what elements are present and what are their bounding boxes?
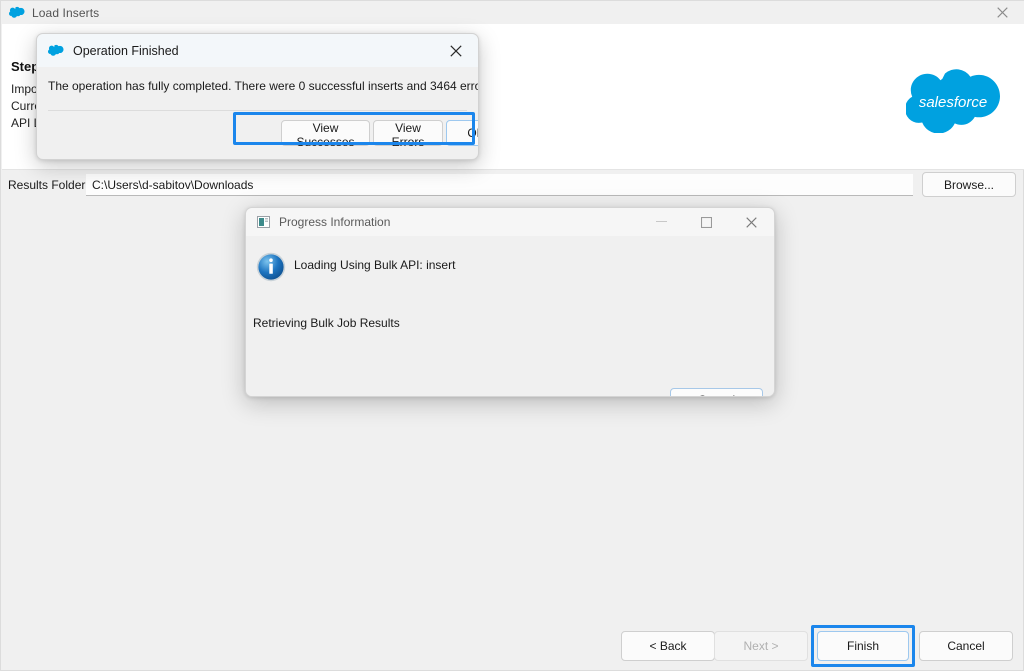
results-folder-row: Results Folder: Browse... (1, 172, 1024, 198)
divider (48, 110, 467, 111)
minimize-icon[interactable] (639, 208, 684, 236)
main-window-titlebar: Load Inserts (1, 1, 1024, 24)
progress-cancel-button[interactable]: Cancel (670, 388, 763, 396)
info-circle-icon (256, 252, 286, 282)
progress-status-primary: Loading Using Bulk API: insert (294, 258, 456, 272)
next-button: Next > (714, 631, 808, 661)
wizard-button-bar: < Back Next > Finish Cancel (1, 631, 1024, 663)
salesforce-cloud-icon (48, 43, 64, 59)
progress-information-dialog: Progress Information Loading Using Bulk … (245, 207, 775, 397)
operation-finished-dialog: Operation Finished The operation has ful… (36, 33, 479, 160)
svg-text:salesforce: salesforce (919, 94, 987, 111)
back-button[interactable]: < Back (621, 631, 715, 661)
close-icon[interactable] (436, 36, 476, 65)
maximize-icon[interactable] (684, 208, 729, 236)
finish-button[interactable]: Finish (817, 631, 909, 661)
page-title: Step (11, 59, 40, 74)
results-folder-input[interactable] (86, 174, 913, 196)
operation-result-message: The operation has fully completed. There… (48, 79, 479, 93)
browse-button[interactable]: Browse... (922, 172, 1016, 197)
progress-status-secondary: Retrieving Bulk Job Results (253, 316, 400, 330)
close-icon[interactable] (979, 1, 1024, 24)
operation-dialog-title: Operation Finished (73, 43, 179, 58)
main-window-title: Load Inserts (32, 5, 100, 20)
operation-dialog-button-bar: View Successes View Errors OK (37, 115, 478, 159)
results-folder-label: Results Folder: (8, 178, 89, 192)
ok-button[interactable]: OK (446, 120, 478, 146)
progress-dialog-title: Progress Information (279, 215, 391, 229)
operation-dialog-titlebar: Operation Finished (37, 34, 478, 67)
progress-dialog-titlebar: Progress Information (246, 208, 774, 236)
view-errors-button[interactable]: View Errors (373, 120, 443, 149)
operation-dialog-body: The operation has fully completed. There… (37, 67, 478, 115)
salesforce-logo: salesforce (905, 67, 1000, 134)
progress-dialog-body: Loading Using Bulk API: insert Retrievin… (246, 236, 774, 396)
close-icon[interactable] (729, 208, 774, 236)
cancel-button[interactable]: Cancel (919, 631, 1013, 661)
step-description-line-1: Impo (11, 82, 38, 96)
view-successes-button[interactable]: View Successes (281, 120, 370, 149)
window-dialog-icon (255, 214, 271, 230)
salesforce-cloud-icon (9, 5, 25, 21)
